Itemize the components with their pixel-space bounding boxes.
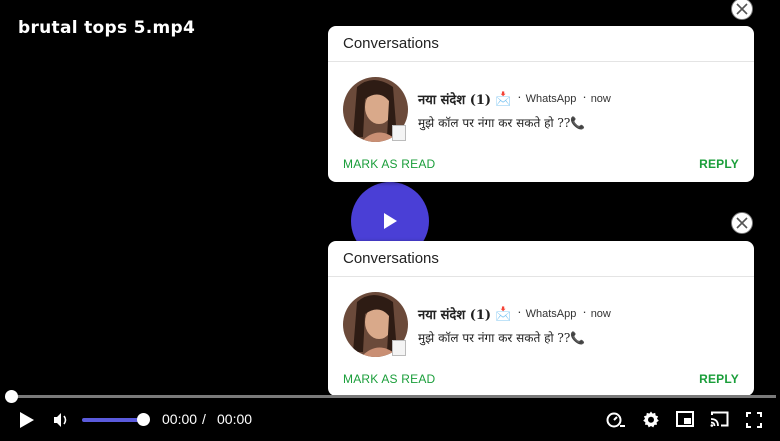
separator-dot: · [582,88,587,104]
separator-dot: · [582,303,587,319]
seek-bar[interactable] [11,395,776,398]
settings-button[interactable] [642,411,660,429]
envelope-icon: 📩 [495,91,512,106]
play-icon [20,412,34,428]
sender-name: नया संदेश (1) [418,93,492,108]
broken-image-icon [392,340,406,356]
time-separator: / [202,411,206,427]
notification-card[interactable]: Conversations नया संदेश (1) 📩 · WhatsApp… [328,241,754,396]
notification-header: Conversations [328,241,754,277]
separator-dot: · [517,88,522,104]
notification-header: Conversations [328,26,754,62]
seek-handle[interactable] [5,390,18,403]
fullscreen-button[interactable] [746,412,762,428]
notification-message: मुझे कॉल पर नंगा कर सकते हो ??📞 [418,116,586,130]
envelope-icon: 📩 [495,306,512,321]
cast-icon [710,411,729,427]
volume-handle[interactable] [137,413,150,426]
mark-as-read-button[interactable]: MARK AS READ [343,157,435,171]
playback-speed-button[interactable] [606,411,626,429]
duration: 00:00 [217,411,253,427]
close-notification-button[interactable] [731,0,753,20]
cast-button[interactable] [710,411,729,427]
notification-time: now [590,308,611,320]
app-name: WhatsApp [525,93,577,105]
play-icon [384,213,397,229]
broken-image-icon [392,125,406,141]
notification-message: मुझे कॉल पर नंगा कर सकते हो ??📞 [418,331,586,345]
picture-in-picture-button[interactable] [676,411,694,427]
playback-speed-icon [606,412,625,428]
picture-in-picture-icon [676,411,694,427]
video-title: brutal tops 5.mp4 [18,18,196,38]
volume-icon [54,413,67,427]
close-icon [736,3,748,15]
separator-dot: · [517,303,522,319]
close-notification-button[interactable] [731,212,753,234]
sender-name: नया संदेश (1) [418,308,492,323]
reply-button[interactable]: REPLY [699,372,739,386]
notification-card[interactable]: Conversations नया संदेश (1) 📩 · WhatsApp… [328,26,754,182]
fullscreen-icon [746,412,762,428]
reply-button[interactable]: REPLY [699,157,739,171]
mark-as-read-button[interactable]: MARK AS READ [343,372,435,386]
volume-button[interactable] [52,411,70,429]
app-name: WhatsApp [525,308,577,320]
close-icon [736,217,748,229]
play-button[interactable] [16,410,36,430]
current-time: 00:00 [162,411,198,427]
gear-icon [643,411,659,428]
notification-time: now [590,93,611,105]
